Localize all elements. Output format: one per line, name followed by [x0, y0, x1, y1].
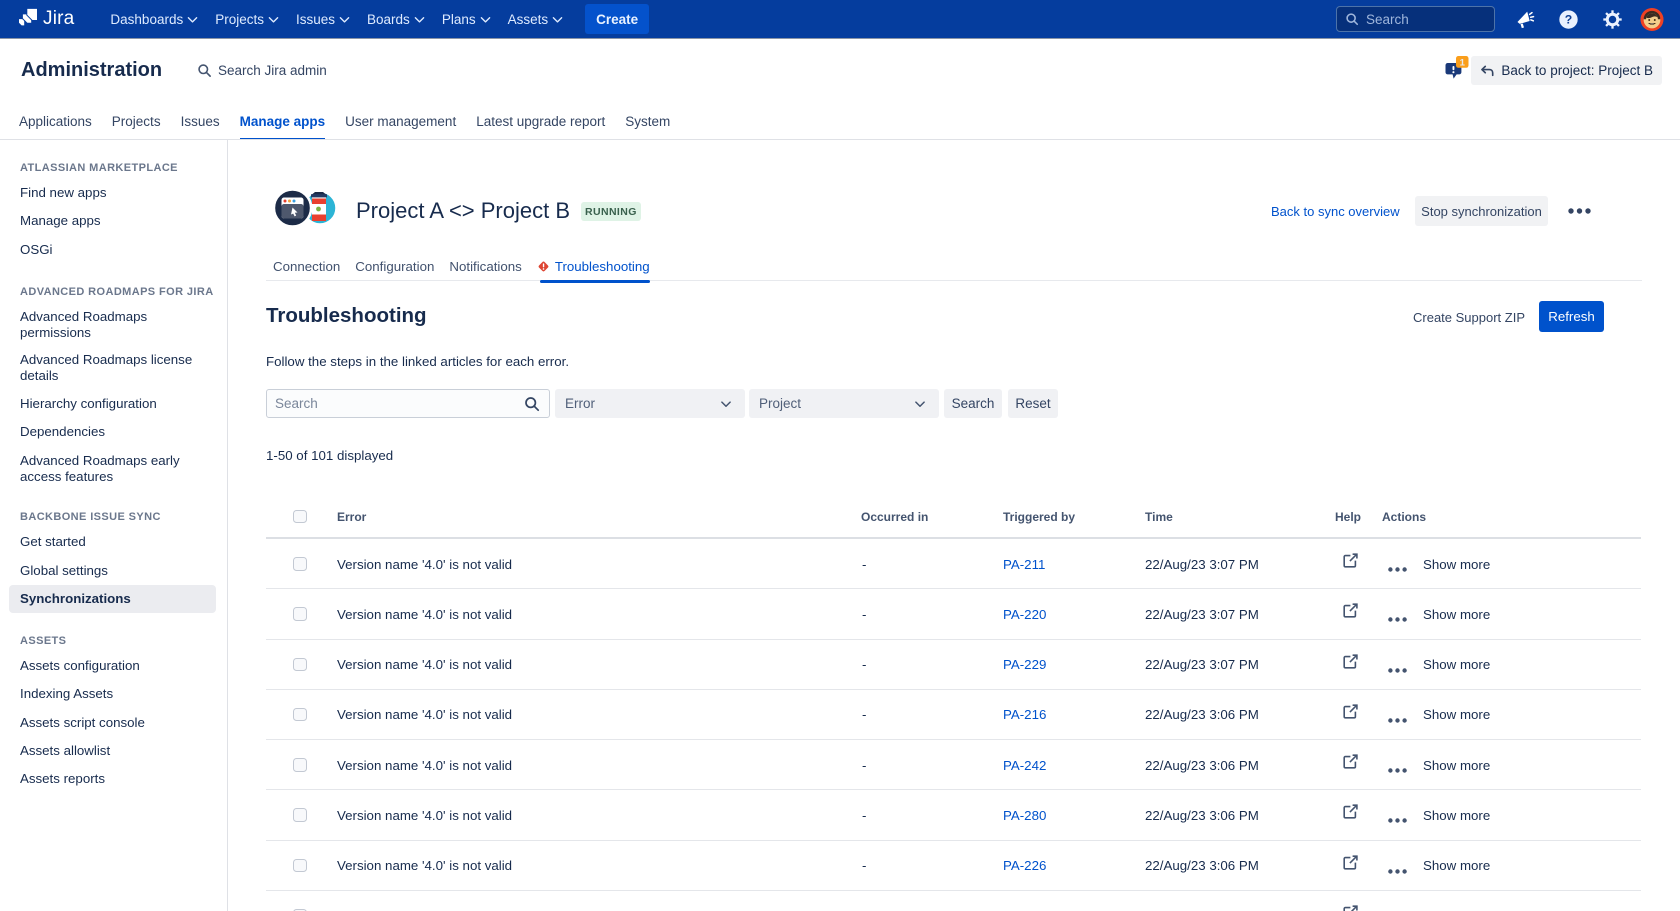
svg-text:1: 1: [1460, 57, 1466, 68]
svg-text:?: ?: [1564, 12, 1571, 26]
